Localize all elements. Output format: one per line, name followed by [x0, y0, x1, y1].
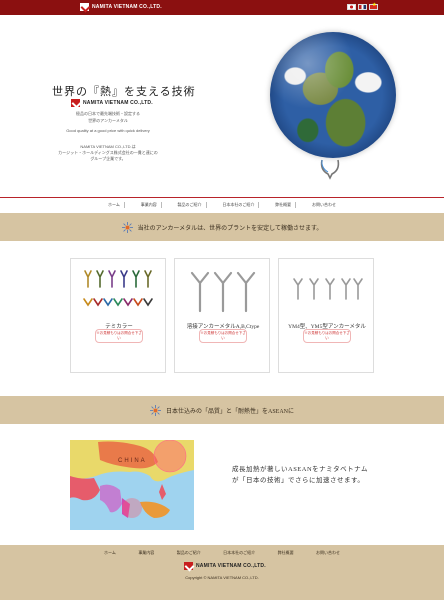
main-nav: ホーム 事業内容 製品のご紹介 日本本社のご紹介 弊社概要 お問い合わせ [104, 202, 340, 208]
asean-band-text: 日本仕込みの「品質」と「耐熱性」をASEANに [165, 408, 294, 415]
product-card-ym-anchor[interactable]: YM4型、YM5型アンカーメタル ※お見積もりはお問合せ下さい [278, 258, 374, 373]
earth-globe-image [270, 32, 396, 158]
namita-logo-icon [71, 99, 80, 107]
tagline-band: 当社のアンカーメタルは、世界のプラントを安定して稼働させます。 [0, 213, 444, 241]
namita-logo-icon [184, 562, 193, 570]
thermocouple-sensor-image [320, 159, 340, 180]
vn-flag-icon[interactable] [369, 2, 378, 10]
product-card-temicolor[interactable]: テミカラー ※お見積もりはお問合せ下さい [70, 258, 166, 373]
language-switcher [347, 2, 378, 10]
footer-nav-business[interactable]: 事業内容 [138, 550, 154, 556]
nav-item-contact[interactable]: お問い合わせ [308, 202, 340, 208]
footer-nav-japan-hq[interactable]: 日本本社のご紹介 [223, 550, 255, 556]
hero-brand-name: NAMITA VIETNAM CO.,LTD. [83, 100, 153, 106]
namita-logo-icon [80, 3, 89, 11]
ym-anchor-product-image [293, 278, 363, 300]
price-note: ※お見積もりはお問合せ下さい [199, 329, 247, 343]
sparkle-icon [121, 221, 133, 233]
tagline-text: 当社のアンカーメタルは、世界のプラントを安定して稼働させます。 [137, 225, 323, 232]
welded-anchor-product-image [190, 271, 256, 313]
hero-english-tagline: Good quality at a good price with quick … [66, 128, 150, 133]
footer-logo[interactable]: NAMITA VIETNAM CO.,LTD. [184, 562, 266, 570]
temicolor-product-image [83, 270, 153, 307]
hero-divider [0, 197, 444, 198]
jp-flag-icon[interactable] [347, 4, 356, 10]
product-cards: テミカラー ※お見積もりはお問合せ下さい 溶接アンカーメタルA,B,Ctype … [70, 258, 374, 373]
hero-title: 世界の『熱』を支える技術 [52, 86, 196, 98]
hero-note-line: グループ企業です。 [90, 156, 126, 161]
hero-line: 世界のアンカーメタル [88, 117, 128, 123]
nav-item-japan-hq[interactable]: 日本本社のご紹介 [218, 202, 260, 208]
footer: ホーム 事業内容 製品のご紹介 日本本社のご紹介 弊社概要 お問い合わせ NAM… [0, 545, 444, 600]
footer-nav-contact[interactable]: お問い合わせ [316, 550, 340, 556]
asean-band: 日本仕込みの「品質」と「耐熱性」をASEANに [0, 396, 444, 424]
hero-company-note: NAMITA VIETNAM CO.,LTD.は カージット・ホールディングス株… [48, 144, 168, 162]
asia-map-image: CHINA [70, 440, 194, 530]
footer-nav-company[interactable]: 弊社概要 [278, 550, 294, 556]
price-note: ※お見積もりはお問合せ下さい [303, 329, 351, 343]
product-card-welded-anchor[interactable]: 溶接アンカーメタルA,B,Ctype ※お見積もりはお問合せ下さい [174, 258, 270, 373]
nav-item-company[interactable]: 弊社概要 [271, 202, 297, 208]
en-flag-icon[interactable] [358, 4, 367, 10]
header-logo[interactable]: NAMITA VIETNAM CO.,LTD. [80, 3, 162, 11]
footer-nav-products[interactable]: 製品のご紹介 [177, 550, 201, 556]
nav-item-home[interactable]: ホーム [104, 202, 125, 208]
top-bar: NAMITA VIETNAM CO.,LTD. [0, 0, 444, 15]
header-brand-name: NAMITA VIETNAM CO.,LTD. [92, 4, 162, 10]
asean-description: 成長加熱が著しいASEANをナミタベトナムが「日本の技術」でさらに加速させます。 [232, 466, 368, 484]
sparkle-icon [149, 404, 161, 416]
footer-nav-home[interactable]: ホーム [104, 550, 116, 556]
footer-nav: ホーム 事業内容 製品のご紹介 日本本社のご紹介 弊社概要 お問い合わせ [104, 550, 340, 556]
nav-item-business[interactable]: 事業内容 [137, 202, 162, 208]
hero-logo: NAMITA VIETNAM CO.,LTD. [71, 99, 153, 107]
nav-item-products[interactable]: 製品のご紹介 [174, 202, 207, 208]
map-label-china: CHINA [118, 458, 147, 464]
copyright: Copyright © NAMITA VIETNAM CO.,LTD. [185, 575, 259, 580]
hero-description: 極品の日本で最先端技術・設定する 世界のアンカーメタル [48, 111, 168, 124]
price-note: ※お見積もりはお問合せ下さい [95, 329, 143, 343]
footer-brand-name: NAMITA VIETNAM CO.,LTD. [196, 563, 266, 569]
